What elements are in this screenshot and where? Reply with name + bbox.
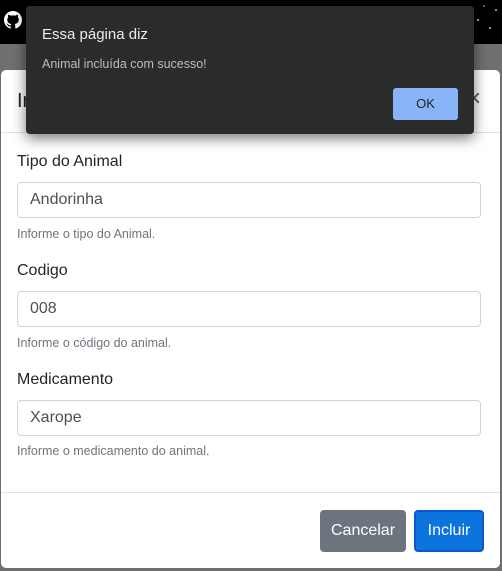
alert-dialog: Essa página diz Animal incluída com suce… xyxy=(26,6,474,134)
codigo-label: Codigo xyxy=(17,262,68,279)
tipo-animal-help: Informe o tipo do Animal. xyxy=(17,227,156,241)
codigo-input[interactable]: 008 xyxy=(17,291,481,327)
medicamento-help: Informe o medicamento do animal. xyxy=(17,444,210,458)
alert-message: Animal incluída com sucesso! xyxy=(42,57,207,71)
medicamento-input[interactable]: Xarope xyxy=(17,400,481,436)
tipo-animal-label: Tipo do Animal xyxy=(17,153,123,170)
github-icon[interactable] xyxy=(4,11,22,29)
tipo-animal-input[interactable]: Andorinha xyxy=(17,182,481,218)
codigo-help: Informe o código do animal. xyxy=(17,336,172,350)
include-animal-modal: In × Tipo do Animal Andorinha Informe o … xyxy=(1,70,500,568)
modal-footer: Cancelar Incluir xyxy=(1,492,500,568)
medicamento-label: Medicamento xyxy=(17,371,114,388)
cancel-button[interactable]: Cancelar xyxy=(320,510,406,552)
alert-title: Essa página diz xyxy=(42,26,148,43)
alert-ok-button[interactable]: OK xyxy=(393,88,458,120)
submit-button[interactable]: Incluir xyxy=(414,510,484,552)
